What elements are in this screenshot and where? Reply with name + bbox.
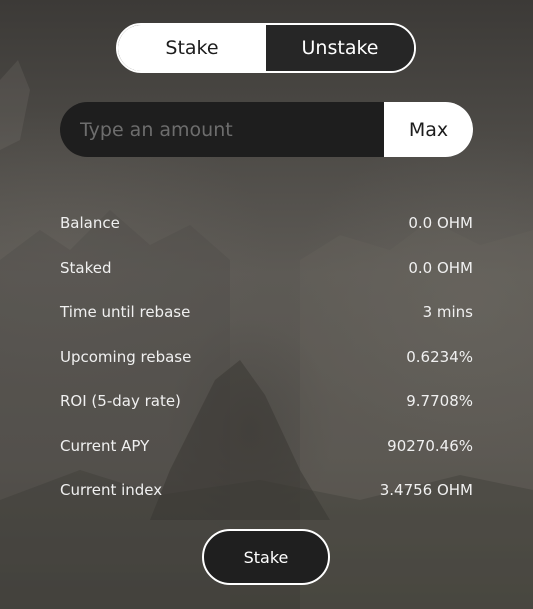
stat-value: 0.0 OHM bbox=[408, 258, 473, 277]
tab-unstake[interactable]: Unstake bbox=[266, 25, 414, 71]
stat-label: Time until rebase bbox=[60, 303, 191, 322]
stat-value: 9.7708% bbox=[406, 392, 473, 411]
stake-button[interactable]: Stake bbox=[202, 529, 330, 585]
stat-value: 0.6234% bbox=[406, 347, 473, 366]
max-button[interactable]: Max bbox=[384, 102, 473, 157]
stat-row-current-index: Current index 3.4756 OHM bbox=[60, 468, 473, 513]
stat-label: Staked bbox=[60, 258, 112, 277]
stat-label: ROI (5-day rate) bbox=[60, 392, 181, 411]
stat-row-time-until-rebase: Time until rebase 3 mins bbox=[60, 290, 473, 335]
stat-row-upcoming-rebase: Upcoming rebase 0.6234% bbox=[60, 335, 473, 380]
stat-value: 3 mins bbox=[422, 303, 473, 322]
stat-value: 3.4756 OHM bbox=[379, 481, 473, 500]
stat-label: Current index bbox=[60, 481, 163, 500]
stat-label: Upcoming rebase bbox=[60, 347, 192, 366]
stats-list: Balance 0.0 OHM Staked 0.0 OHM Time unti… bbox=[60, 201, 473, 513]
stake-unstake-toggle: Stake Unstake bbox=[116, 23, 416, 73]
stat-row-current-apy: Current APY 90270.46% bbox=[60, 424, 473, 469]
stat-label: Current APY bbox=[60, 436, 150, 455]
stat-row-staked: Staked 0.0 OHM bbox=[60, 246, 473, 291]
amount-field-group: Max bbox=[60, 102, 473, 157]
stat-label: Balance bbox=[60, 214, 120, 233]
stat-row-balance: Balance 0.0 OHM bbox=[60, 201, 473, 246]
stat-value: 0.0 OHM bbox=[408, 214, 473, 233]
tab-stake[interactable]: Stake bbox=[118, 25, 266, 71]
stat-row-roi: ROI (5-day rate) 9.7708% bbox=[60, 379, 473, 424]
stat-value: 90270.46% bbox=[387, 436, 473, 455]
amount-input[interactable] bbox=[60, 102, 384, 157]
